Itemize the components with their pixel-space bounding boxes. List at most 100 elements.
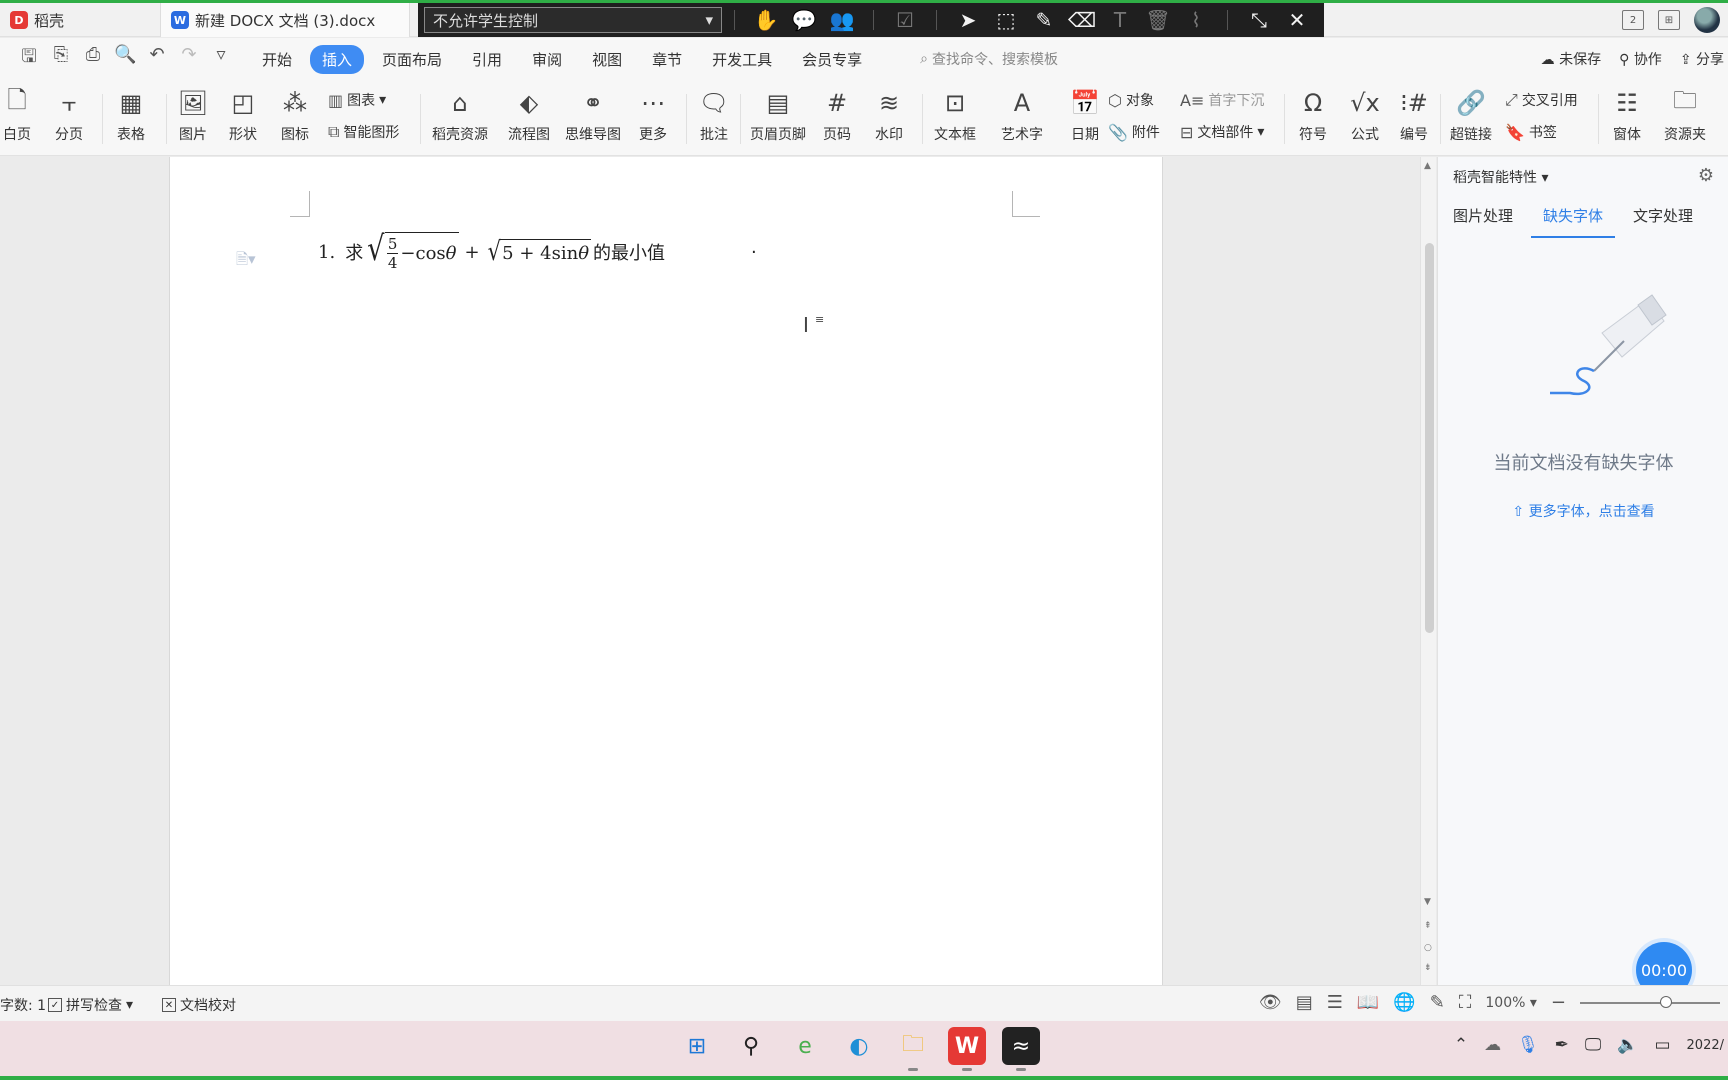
icons-button[interactable]: ⁂ 图标 [278,86,312,144]
hyperlink-button[interactable]: 🔗 超链接 [1450,86,1492,144]
save-icon[interactable]: 🖫 [18,44,40,74]
header-footer-button[interactable]: ▤ 页眉页脚 [750,86,806,144]
chart-button[interactable]: ▥ 图表 ▾ [328,90,386,110]
fit-page-icon[interactable]: ⛶ [1459,992,1472,1013]
gear-icon[interactable]: ⚙ [1698,165,1714,186]
tab-references[interactable]: 引用 [460,45,514,74]
symbol-button[interactable]: Ω 符号 [1296,86,1330,144]
tab-developer[interactable]: 开发工具 [700,45,784,74]
tab-review[interactable]: 审阅 [520,45,574,74]
scroll-down-icon[interactable]: ▼ [1424,897,1431,907]
undo-icon[interactable]: ↶ [146,44,168,74]
smart-shape-button[interactable]: ⧉ 智能图形 [328,122,399,142]
command-search[interactable]: ⌕ 查找命令、搜索模板 [920,49,1058,69]
write-mode-icon[interactable]: ✎ [1430,992,1445,1013]
cross-ref-button[interactable]: ⤢ 交叉引用 [1505,90,1578,110]
word-count[interactable]: 字数: 1 [0,995,46,1015]
eye-protection-icon[interactable]: 👁 [1259,992,1282,1013]
page-number-button[interactable]: # 页码 [820,86,854,144]
student-control-select[interactable]: 不允许学生控制 ▾ [424,7,722,33]
form-button[interactable]: ☷ 窗体 [1610,86,1644,144]
file-explorer-icon[interactable]: 🗀 [894,1027,932,1071]
classroom-app-icon[interactable]: ≈ [1002,1027,1040,1071]
zoom-out-icon[interactable]: − [1551,992,1566,1013]
scrollbar-thumb[interactable] [1425,243,1434,633]
chat-bubbles-icon[interactable]: 💬 [785,5,823,35]
browse-object-icon[interactable]: ○ [1424,943,1432,953]
internet-explorer-icon[interactable]: e [786,1027,824,1065]
daoke-resources-button[interactable]: ⌂ 稻壳资源 [432,86,488,144]
windows-start-icon[interactable]: ⊞ [678,1027,716,1065]
share-button[interactable]: ⇪ 分享 [1680,49,1724,69]
zoom-level[interactable]: 100% ▾ [1485,995,1537,1011]
wps-office-icon[interactable]: W [948,1027,986,1071]
print-icon[interactable]: ⎙ [82,44,104,74]
broom-clear-icon[interactable]: ⌇ [1177,5,1215,35]
trash-icon[interactable]: 🗑 [1139,5,1177,35]
tab-missing-fonts[interactable]: 缺失字体 [1531,205,1616,238]
more-button[interactable]: ⋯ 更多 [636,86,670,144]
volume-icon[interactable]: 🔈 [1617,1035,1638,1055]
formula-button[interactable]: √x 公式 [1348,86,1382,144]
group-users-icon[interactable]: 👥 [823,5,861,35]
close-icon[interactable]: ✕ [1278,5,1316,35]
doc-proof-button[interactable]: ✕ 文档校对 [162,995,236,1015]
search-icon[interactable]: ⚲ [732,1027,770,1065]
customize-dropdown-icon[interactable]: ▿ [210,44,232,74]
export-pdf-icon[interactable]: ⎘ [50,44,72,74]
select-area-icon[interactable]: ⬚ [987,5,1025,35]
scroll-up-icon[interactable]: ▲ [1424,161,1431,171]
date-button[interactable]: 📅 日期 [1068,86,1102,144]
tab-daoke[interactable]: D 稻壳 [0,3,160,37]
edge-browser-icon[interactable]: ◐ [840,1027,878,1065]
battery-icon[interactable]: ▭ [1654,1035,1670,1055]
resource-folder-button[interactable]: 🗀 资源夹 [1664,86,1706,144]
picture-button[interactable]: 🖼 图片 [176,86,210,144]
microphone-icon[interactable]: 🎙 [1517,1035,1539,1055]
zoom-slider-thumb[interactable] [1660,995,1672,1008]
tab-insert[interactable]: 插入 [310,44,365,74]
checklist-icon[interactable]: ☑ [886,5,924,35]
flowchart-button[interactable]: ⬖ 流程图 [508,86,550,144]
zoom-slider[interactable] [1580,995,1720,1008]
more-fonts-link[interactable]: ⇧ 更多字体，点击查看 [1438,501,1728,521]
pen-tool-icon[interactable]: ✎ [1025,5,1063,35]
print-preview-icon[interactable]: 🔍 [114,44,136,74]
reading-view-icon[interactable]: 📖 [1357,992,1379,1013]
tab-member[interactable]: 会员专享 [790,45,874,74]
document-page[interactable]: 🗎▾ 1. 求 √ 5 4 −cos θ + √ 5 + 4sin θ 的最小值… [169,157,1163,985]
blank-page-button[interactable]: 🗋 白页 [0,86,34,144]
panel-title[interactable]: 稻壳智能特性 ▾ [1453,167,1548,187]
vertical-scrollbar[interactable]: ▲ ▼ ⇞ ○ ⇟ [1420,157,1436,985]
clock[interactable]: 2022/ [1687,1038,1724,1053]
tab-section[interactable]: 章节 [640,45,694,74]
pen-input-icon[interactable]: ✒ [1555,1035,1569,1055]
pointer-arrow-icon[interactable]: ➤ [949,5,987,35]
display-icon[interactable]: 🖵 [1585,1035,1601,1055]
collapse-icon[interactable]: ⤡ [1240,5,1278,35]
redo-icon[interactable]: ↷ [178,44,200,74]
object-button[interactable]: ⬡ 对象 [1108,90,1154,110]
doc-parts-button[interactable]: ⊟ 文档部件 ▾ [1180,122,1264,142]
text-tool-icon[interactable]: T [1101,5,1139,35]
tab-page-layout[interactable]: 页面布局 [370,45,454,74]
avatar[interactable] [1694,7,1720,33]
tab-view[interactable]: 视图 [580,45,634,74]
student-raise-hand-icon[interactable]: ✋ [747,5,785,35]
tab-document[interactable]: W 新建 DOCX 文档 (3).docx [160,3,410,37]
page-view-icon[interactable]: ▤ [1296,992,1313,1013]
bookmark-button[interactable]: 🔖 书签 [1505,122,1557,142]
shape-button[interactable]: ◰ 形状 [226,86,260,144]
question-line[interactable]: 1. 求 √ 5 4 −cos θ + √ 5 + 4sin θ 的最小值 [318,232,665,272]
tab-image-processing[interactable]: 图片处理 [1453,205,1513,238]
table-button[interactable]: ▦ 表格 [114,86,148,144]
textbox-button[interactable]: ⊡ 文本框 [934,86,976,144]
tab-text-processing[interactable]: 文字处理 [1633,205,1693,238]
prev-page-icon[interactable]: ⇞ [1424,921,1432,931]
mindmap-button[interactable]: ⚭ 思维导图 [565,86,621,144]
comment-button[interactable]: 🗨 批注 [697,86,731,144]
layout-2-icon[interactable]: 2 [1622,10,1644,30]
web-view-icon[interactable]: 🌐 [1393,992,1415,1013]
spell-check-button[interactable]: ✓ 拼写检查 ▾ [48,995,133,1015]
eraser-icon[interactable]: ⌫ [1063,5,1101,35]
